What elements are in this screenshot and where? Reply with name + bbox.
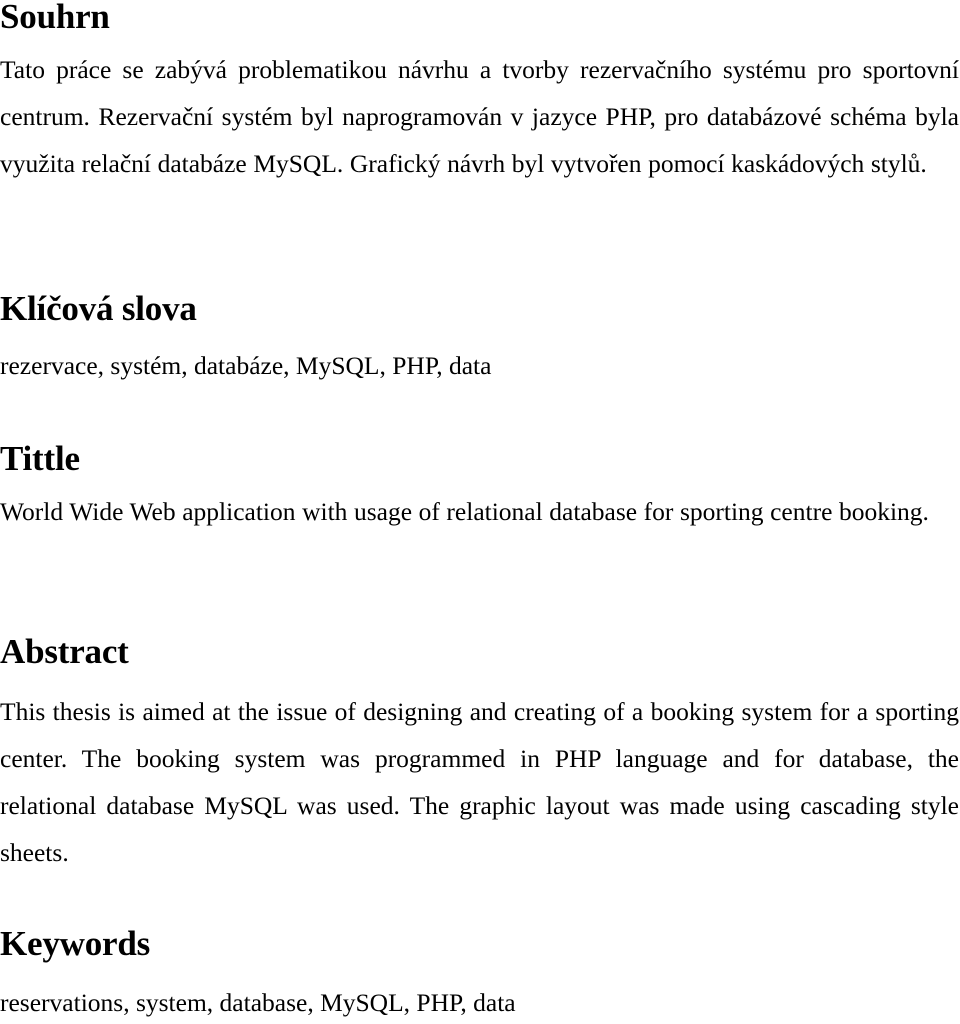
paragraph-abstract: This thesis is aimed at the issue of des… [0, 697, 959, 867]
heading-keywords: Keywords [0, 924, 151, 963]
heading-klicova-slova: Klíčová slova [0, 289, 197, 328]
section-souhrn-header: Souhrn [0, 0, 959, 36]
section-keywords-body: reservations, system, database, MySQL, P… [0, 982, 959, 1024]
paragraph-souhrn: Tato práce se zabývá problematikou návrh… [0, 55, 959, 178]
section-abstract-header: Abstract [0, 633, 959, 671]
section-abstract-body: This thesis is aimed at the issue of des… [0, 688, 959, 876]
heading-tittle: Tittle [0, 439, 80, 478]
section-souhrn-body: Tato práce se zabývá problematikou návrh… [0, 46, 959, 187]
section-tittle-body: World Wide Web application with usage of… [0, 488, 959, 535]
keywords-czech-list: rezervace, systém, databáze, MySQL, PHP,… [0, 351, 492, 380]
section-klicova-slova-body: rezervace, systém, databáze, MySQL, PHP,… [0, 345, 959, 387]
section-keywords-header: Keywords [0, 925, 959, 963]
heading-abstract: Abstract [0, 632, 129, 671]
document-page: Souhrn Tato práce se zabývá problematiko… [0, 0, 960, 1023]
section-klicova-slova-header: Klíčová slova [0, 290, 959, 328]
heading-souhrn: Souhrn [0, 0, 110, 36]
section-tittle-header: Tittle [0, 440, 959, 478]
keywords-english-list: reservations, system, database, MySQL, P… [0, 988, 516, 1017]
paragraph-tittle: World Wide Web application with usage of… [0, 497, 929, 526]
